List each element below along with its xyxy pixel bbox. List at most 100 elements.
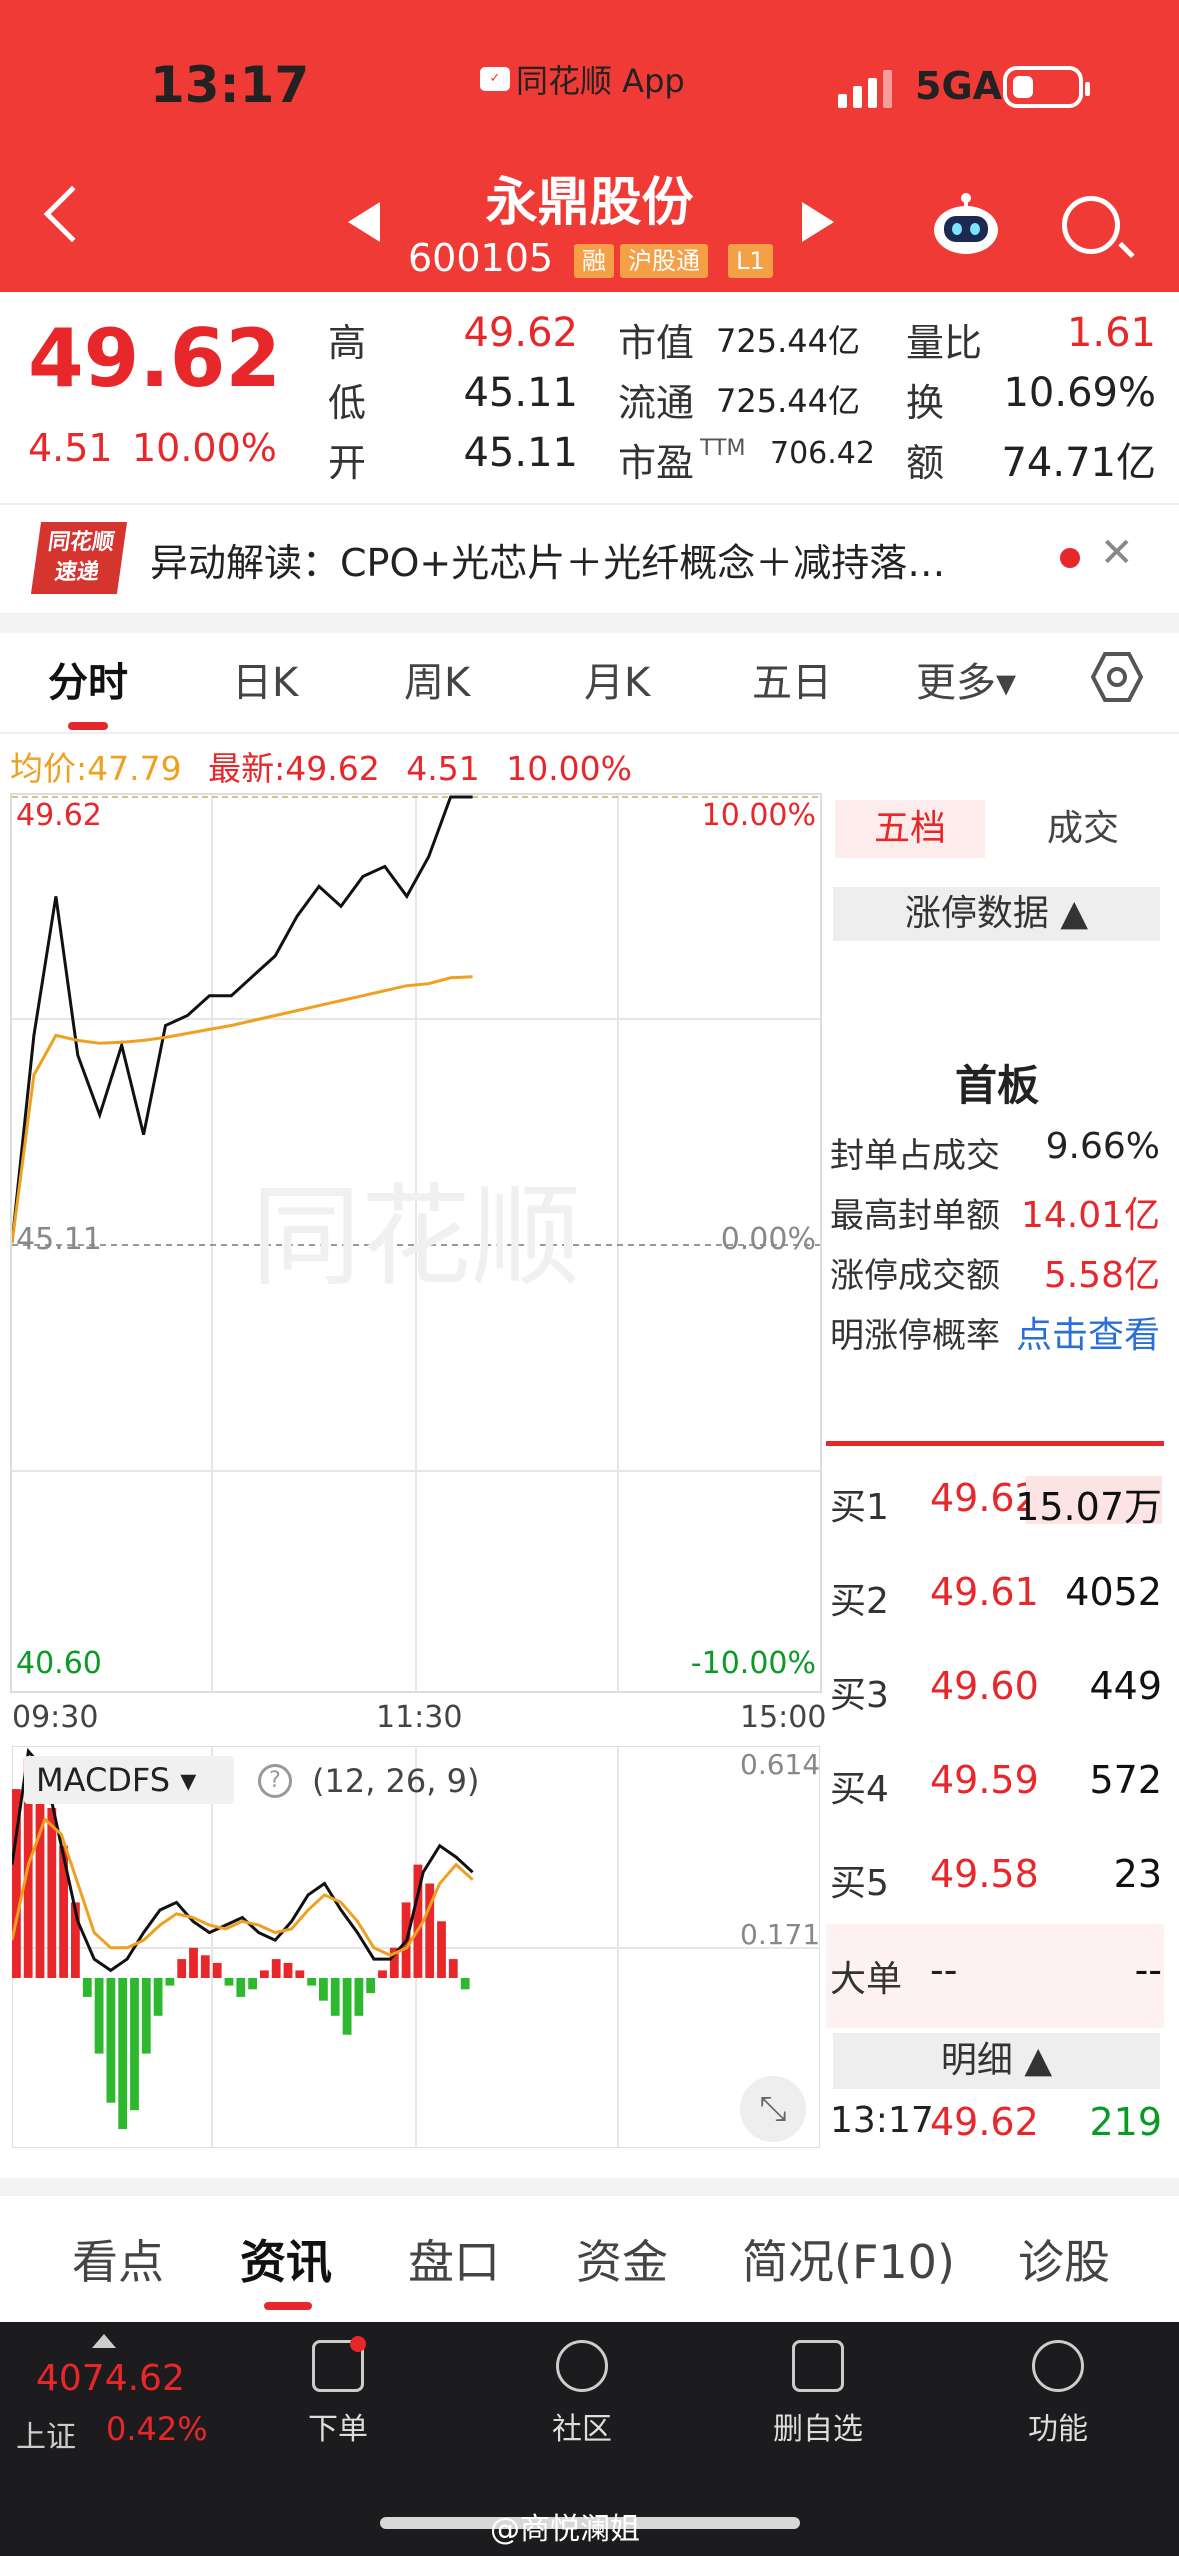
- price-info-line: 均价:47.79 最新:49.62 4.51 10.00%: [10, 742, 632, 790]
- chart-bottom-price: 40.60: [16, 1646, 102, 1681]
- close-news-icon[interactable]: ✕: [1100, 530, 1134, 576]
- macd-bar: [47, 1808, 57, 1978]
- tomorrow-prob-label: 明涨停概率: [830, 1316, 1000, 1356]
- news-logo-bottom: 速递: [53, 560, 101, 585]
- tab-news[interactable]: 资讯: [240, 2226, 332, 2292]
- menu-icon[interactable]: [1032, 2340, 1084, 2392]
- pe-value: 706.42: [770, 436, 875, 471]
- last-value: 49.62: [285, 749, 380, 788]
- macd-bar: [319, 1978, 328, 2001]
- high-label: 高: [328, 321, 367, 365]
- chart-top-pct: 10.00%: [701, 798, 816, 833]
- tab-profile[interactable]: 简况(F10): [742, 2226, 955, 2292]
- limit-up-data-header[interactable]: 涨停数据 ▲: [833, 887, 1160, 941]
- tab-weekly-k[interactable]: 周K: [404, 650, 470, 708]
- big-order-volume: --: [1134, 1948, 1162, 1992]
- bid5-volume: 23: [1113, 1852, 1162, 1896]
- max-seal-value: 14.01亿: [1020, 1195, 1160, 1236]
- tab-orderbook[interactable]: 盘口: [408, 2226, 500, 2292]
- chart-bottom-pct: -10.00%: [690, 1646, 816, 1681]
- tomorrow-prob-link[interactable]: 点击查看: [1000, 1306, 1160, 1358]
- macd-bar: [283, 1962, 293, 1978]
- tab-five-day[interactable]: 五日: [752, 650, 832, 708]
- turnover-value: 10.69%: [1003, 370, 1156, 416]
- tab-highlights[interactable]: 看点: [72, 2226, 164, 2292]
- news-logo: 同花顺 速递: [30, 522, 128, 594]
- divider: [0, 732, 1179, 734]
- macd-bar: [177, 1959, 187, 1978]
- bid1-volume: 15.07万: [1015, 1485, 1162, 1529]
- open-value: 45.11: [463, 430, 578, 476]
- status-time: 13:17: [150, 56, 310, 114]
- amount-label: 额: [906, 441, 945, 485]
- settings-icon[interactable]: [1090, 650, 1144, 704]
- macd-chart: [12, 1746, 820, 2148]
- function-label[interactable]: 功能: [1010, 2404, 1106, 2448]
- limit-amount-value: 5.58亿: [1043, 1255, 1160, 1296]
- tag-margin: 融: [574, 244, 614, 278]
- divider: [0, 613, 1179, 633]
- macd-selector[interactable]: MACDFS ▾: [24, 1756, 234, 1804]
- macd-bar: [224, 1978, 234, 1986]
- current-price: 49.62: [28, 312, 282, 405]
- tab-monthly-k[interactable]: 月K: [584, 650, 650, 708]
- amount-value: 74.71亿: [1001, 440, 1156, 486]
- macd-bar: [130, 1978, 139, 2111]
- help-icon[interactable]: ?: [258, 1764, 292, 1798]
- detail-volume: 219: [1089, 2100, 1162, 2144]
- high-value: 49.62: [463, 310, 578, 356]
- community-icon[interactable]: [556, 2340, 608, 2392]
- avg-label: 均价:: [10, 749, 88, 788]
- big-order-price: --: [930, 1948, 958, 1992]
- expand-up-icon[interactable]: [92, 2334, 116, 2348]
- tag-level: L1: [728, 244, 773, 278]
- bid3-volume: 449: [1089, 1664, 1162, 1708]
- price-change: 4.51: [28, 426, 113, 470]
- mcap-value: 725.44亿: [716, 322, 860, 360]
- index-value[interactable]: 4074.62: [36, 2358, 185, 2399]
- low-value: 45.11: [463, 370, 578, 416]
- search-icon[interactable]: [1062, 196, 1120, 254]
- tab-diagnosis[interactable]: 诊股: [1018, 2226, 1110, 2292]
- big-order-label: 大单: [830, 1959, 903, 2000]
- macd-bar: [307, 1978, 316, 1986]
- time-mid: 11:30: [376, 1700, 463, 1735]
- remove-watchlist-label[interactable]: 删自选: [756, 2404, 880, 2448]
- detail-time: 13:17: [830, 2100, 934, 2141]
- community-label[interactable]: 社区: [534, 2404, 630, 2448]
- status-app-name: 同花顺 App: [516, 62, 685, 100]
- macd-bar: [342, 1978, 352, 2035]
- stock-name: 永鼎股份: [485, 173, 694, 233]
- order-label[interactable]: 下单: [290, 2404, 386, 2448]
- robot-assistant-icon[interactable]: [930, 190, 1002, 258]
- battery-icon: [1003, 66, 1090, 108]
- macd-bar: [165, 1978, 175, 1986]
- macd-bar: [200, 1955, 210, 1978]
- tab-daily-k[interactable]: 日K: [232, 650, 298, 708]
- macd-bar: [295, 1970, 305, 1978]
- macd-bar: [366, 1978, 376, 1994]
- tab-trades[interactable]: 成交: [1008, 800, 1158, 858]
- tab-five-levels[interactable]: 五档: [835, 800, 985, 858]
- tab-intraday[interactable]: 分时: [48, 650, 128, 708]
- remove-watchlist-icon[interactable]: [792, 2340, 844, 2392]
- weibo-watermark: @商悦澜姐: [490, 2512, 640, 2547]
- news-headline[interactable]: 异动解读：CPO+光芯片＋光纤概念＋减持落…: [150, 532, 945, 587]
- divider: [826, 1441, 1164, 1446]
- bid2-label: 买2: [830, 1581, 889, 1622]
- status-app-label: ✓ 同花顺 App: [480, 56, 685, 102]
- float-value: 725.44亿: [716, 382, 860, 420]
- vol-ratio-value: 1.61: [1066, 310, 1156, 356]
- active-tab-indicator: [68, 722, 108, 730]
- tab-more[interactable]: 更多▾: [916, 650, 1016, 708]
- tab-funds[interactable]: 资金: [576, 2226, 668, 2292]
- seal-ratio-value: 9.66%: [1045, 1126, 1160, 1167]
- fullscreen-icon[interactable]: ⤡: [740, 2076, 806, 2142]
- last-label: 最新:: [208, 749, 286, 788]
- macd-bar: [118, 1978, 128, 2130]
- unread-dot: [1060, 548, 1080, 568]
- macd-mid: 0.171: [740, 1918, 821, 1951]
- vol-ratio-label: 量比: [906, 321, 983, 365]
- network-type: 5GA: [915, 64, 1003, 108]
- detail-header[interactable]: 明细 ▲: [833, 2033, 1160, 2089]
